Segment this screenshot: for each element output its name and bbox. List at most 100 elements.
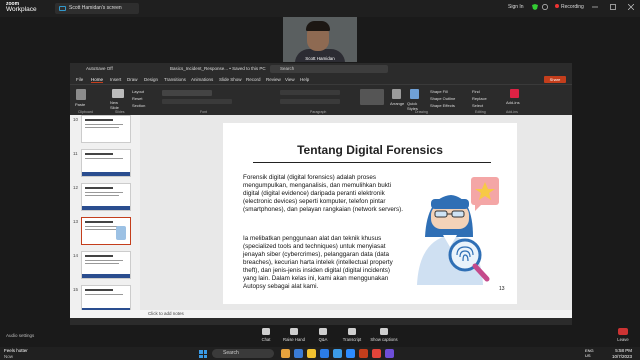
new-slide-button[interactable]: New Slide (110, 100, 126, 110)
minimize-icon[interactable] (592, 4, 598, 10)
qa-button[interactable]: Q&A (307, 328, 339, 342)
ppt-search-box[interactable]: Search (270, 65, 388, 73)
tab-view[interactable]: View (285, 77, 295, 82)
shape-fill-button[interactable]: Shape Fill (430, 89, 448, 94)
autosave-state: Off (106, 66, 113, 71)
group-paragraph: Paragraph (310, 110, 327, 114)
info-icon[interactable] (542, 4, 548, 10)
shield-icon[interactable] (532, 4, 538, 10)
notes-pane[interactable]: Click to add notes (140, 310, 572, 318)
group-editing: Editing (475, 110, 486, 114)
add-ins-button[interactable]: Add-ins (506, 100, 520, 105)
powerpoint-icon[interactable] (359, 349, 368, 358)
app-icon-9[interactable] (385, 349, 394, 358)
tab-file[interactable]: File (76, 77, 83, 82)
reset-button[interactable]: Reset (132, 96, 142, 101)
zoom-brand-sub: Workplace (6, 6, 37, 13)
slide-thumbnail[interactable] (81, 251, 131, 279)
system-clock[interactable]: 5:58 PM 10/7/2023 (612, 348, 632, 359)
language-indicator[interactable]: ENG US (585, 348, 594, 358)
taskbar-search[interactable]: Search (212, 349, 274, 358)
tab-draw[interactable]: Draw (127, 77, 138, 82)
slide-thumbnail[interactable] (81, 183, 131, 211)
lang-line-2: US (585, 353, 591, 358)
weather-widget[interactable]: Feels hotter Now (4, 348, 28, 359)
section-button[interactable]: Section (132, 103, 145, 108)
shape-outline-button[interactable]: Shape Outline (430, 96, 455, 101)
tab-design[interactable]: Design (144, 77, 158, 82)
tab-help[interactable]: Help (300, 77, 309, 82)
file-explorer-icon[interactable] (307, 349, 316, 358)
app-icon-2[interactable] (294, 349, 303, 358)
slide-thumbnail[interactable] (81, 285, 131, 310)
autosave-toggle[interactable]: AutoSave Off (86, 66, 113, 71)
close-icon[interactable] (628, 4, 634, 10)
shared-screen-tab[interactable]: Scott Hamidan's screen (55, 3, 139, 14)
shapes-gallery[interactable] (360, 89, 384, 105)
leave-button[interactable]: Leave (612, 328, 634, 342)
tab-slide-show[interactable]: Slide Show (219, 77, 242, 82)
current-slide[interactable]: Tentang Digital Forensics Forensik digit… (223, 123, 517, 304)
maximize-icon[interactable] (610, 4, 616, 10)
qa-icon (319, 328, 327, 335)
find-button[interactable]: Find (472, 89, 480, 94)
shape-effects-button[interactable]: Shape Effects (430, 103, 455, 108)
app-icon-1[interactable] (281, 349, 290, 358)
layout-button[interactable]: Layout (132, 89, 144, 94)
ribbon-home: Paste New Slide Layout Reset Section Arr… (70, 84, 572, 115)
transcript-button[interactable]: Transcript (336, 328, 368, 342)
font-family-box[interactable] (162, 90, 212, 96)
zoom-icon[interactable] (346, 349, 355, 358)
paste-icon[interactable] (76, 89, 86, 100)
weather-sub: Now (4, 353, 14, 359)
tab-transitions[interactable]: Transitions (164, 77, 186, 82)
captions-button[interactable]: Show captions (368, 328, 400, 342)
arrange-icon[interactable] (392, 89, 401, 99)
tab-home[interactable]: Home (91, 77, 104, 83)
group-font: Font (200, 110, 208, 114)
replace-button[interactable]: Replace (472, 96, 487, 101)
slide-thumbnails-panel[interactable]: 10 11 12 13 14 15 (70, 115, 140, 310)
tab-insert[interactable]: Insert (110, 77, 121, 82)
clock-date: 10/7/2023 (612, 353, 633, 359)
audio-settings[interactable]: Audio settings (6, 333, 34, 338)
windows-start-icon[interactable] (199, 350, 207, 358)
tab-review[interactable]: Review (266, 77, 281, 82)
participant-video[interactable]: Scott Hamidan (283, 17, 357, 62)
captions-icon (380, 328, 388, 335)
paste-button[interactable]: Paste (75, 102, 85, 107)
slide-thumbnail[interactable] (81, 115, 131, 143)
store-icon[interactable] (333, 349, 342, 358)
slide-paragraph-2[interactable]: Ia melibatkan penggunaan alat dan teknik… (243, 235, 405, 291)
tab-animations[interactable]: Animations (191, 77, 213, 82)
new-slide-icon[interactable] (112, 89, 124, 98)
group-slides: Slides (115, 110, 125, 114)
ppt-share-button[interactable]: Share (544, 76, 566, 83)
windows-taskbar: Feels hotter Now Search ENG US 5:58 PM 1… (0, 347, 640, 360)
captions-label: Show captions (370, 337, 398, 342)
recording-indicator[interactable]: Recording (555, 4, 584, 10)
slide-thumbnail-selected[interactable] (81, 217, 131, 245)
arrange-button[interactable]: Arrange (390, 101, 404, 106)
font-format-row[interactable] (162, 99, 232, 104)
paragraph-row-2[interactable] (280, 99, 340, 104)
title-underline (253, 162, 491, 163)
quick-styles-icon[interactable] (410, 89, 419, 99)
thumb-number: 12 (73, 185, 79, 190)
add-ins-icon[interactable] (510, 89, 519, 98)
paragraph-row-1[interactable] (280, 90, 340, 95)
sign-in-link[interactable]: Sign In (508, 4, 524, 10)
chat-icon (262, 328, 270, 335)
zoom-logo: zoom Workplace (6, 2, 37, 13)
raise-hand-button[interactable]: Raise Hand (278, 328, 310, 342)
slide-title[interactable]: Tentang Digital Forensics (223, 143, 517, 157)
slide-thumbnail[interactable] (81, 149, 131, 177)
ppt-search-placeholder: Search (280, 66, 295, 71)
select-button[interactable]: Select (472, 103, 483, 108)
chrome-icon[interactable] (372, 349, 381, 358)
slide-paragraph-1[interactable]: Forensik digital (digital forensics) ada… (243, 174, 405, 214)
raise-hand-label: Raise Hand (283, 337, 305, 342)
tab-record[interactable]: Record (246, 77, 261, 82)
ppt-title-bar: AutoSave Off Basics_Incident_Response...… (70, 63, 572, 75)
edge-icon[interactable] (320, 349, 329, 358)
